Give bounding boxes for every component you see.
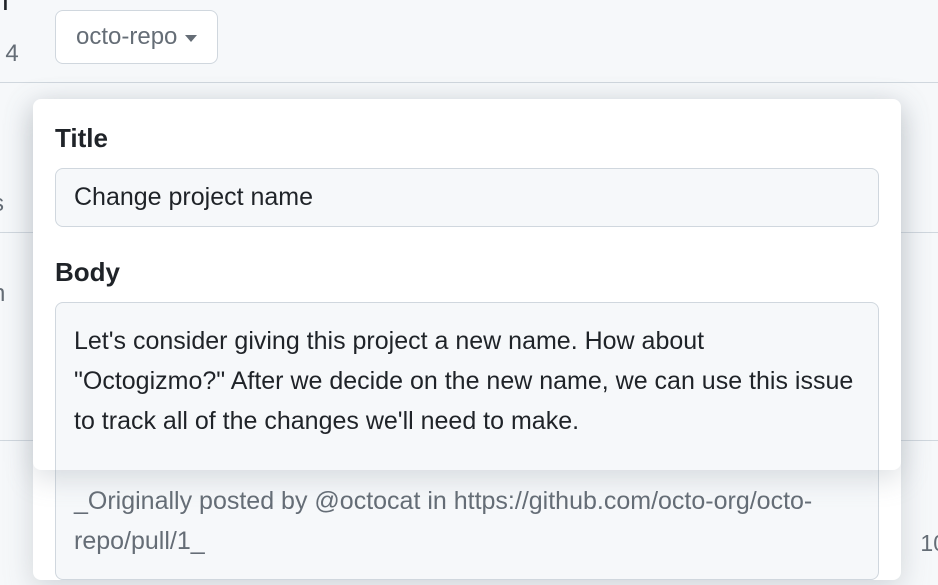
body-field-group: Body Let's consider giving this project … bbox=[55, 257, 879, 580]
bg-fragment: 10 bbox=[920, 530, 938, 557]
bg-divider bbox=[0, 82, 938, 83]
repo-selector-label: octo-repo bbox=[76, 23, 177, 51]
issue-form-modal: Title Body Let's consider giving this pr… bbox=[33, 99, 901, 580]
bg-fragment: n bbox=[0, 0, 9, 18]
bg-fragment: h bbox=[0, 280, 5, 308]
body-label: Body bbox=[55, 257, 879, 288]
repo-selector-dropdown[interactable]: octo-repo bbox=[55, 10, 218, 64]
title-label: Title bbox=[55, 123, 879, 154]
title-field-group: Title bbox=[55, 123, 879, 227]
title-input[interactable] bbox=[55, 168, 879, 227]
body-source-text: _Originally posted by @octocat in https:… bbox=[74, 487, 812, 555]
body-textarea[interactable]: Let's consider giving this project a new… bbox=[55, 302, 879, 580]
bg-fragment: s bbox=[0, 190, 4, 218]
body-text: Let's consider giving this project a new… bbox=[74, 327, 860, 435]
chevron-down-icon bbox=[185, 35, 197, 42]
bg-fragment: . 4 bbox=[0, 40, 19, 68]
